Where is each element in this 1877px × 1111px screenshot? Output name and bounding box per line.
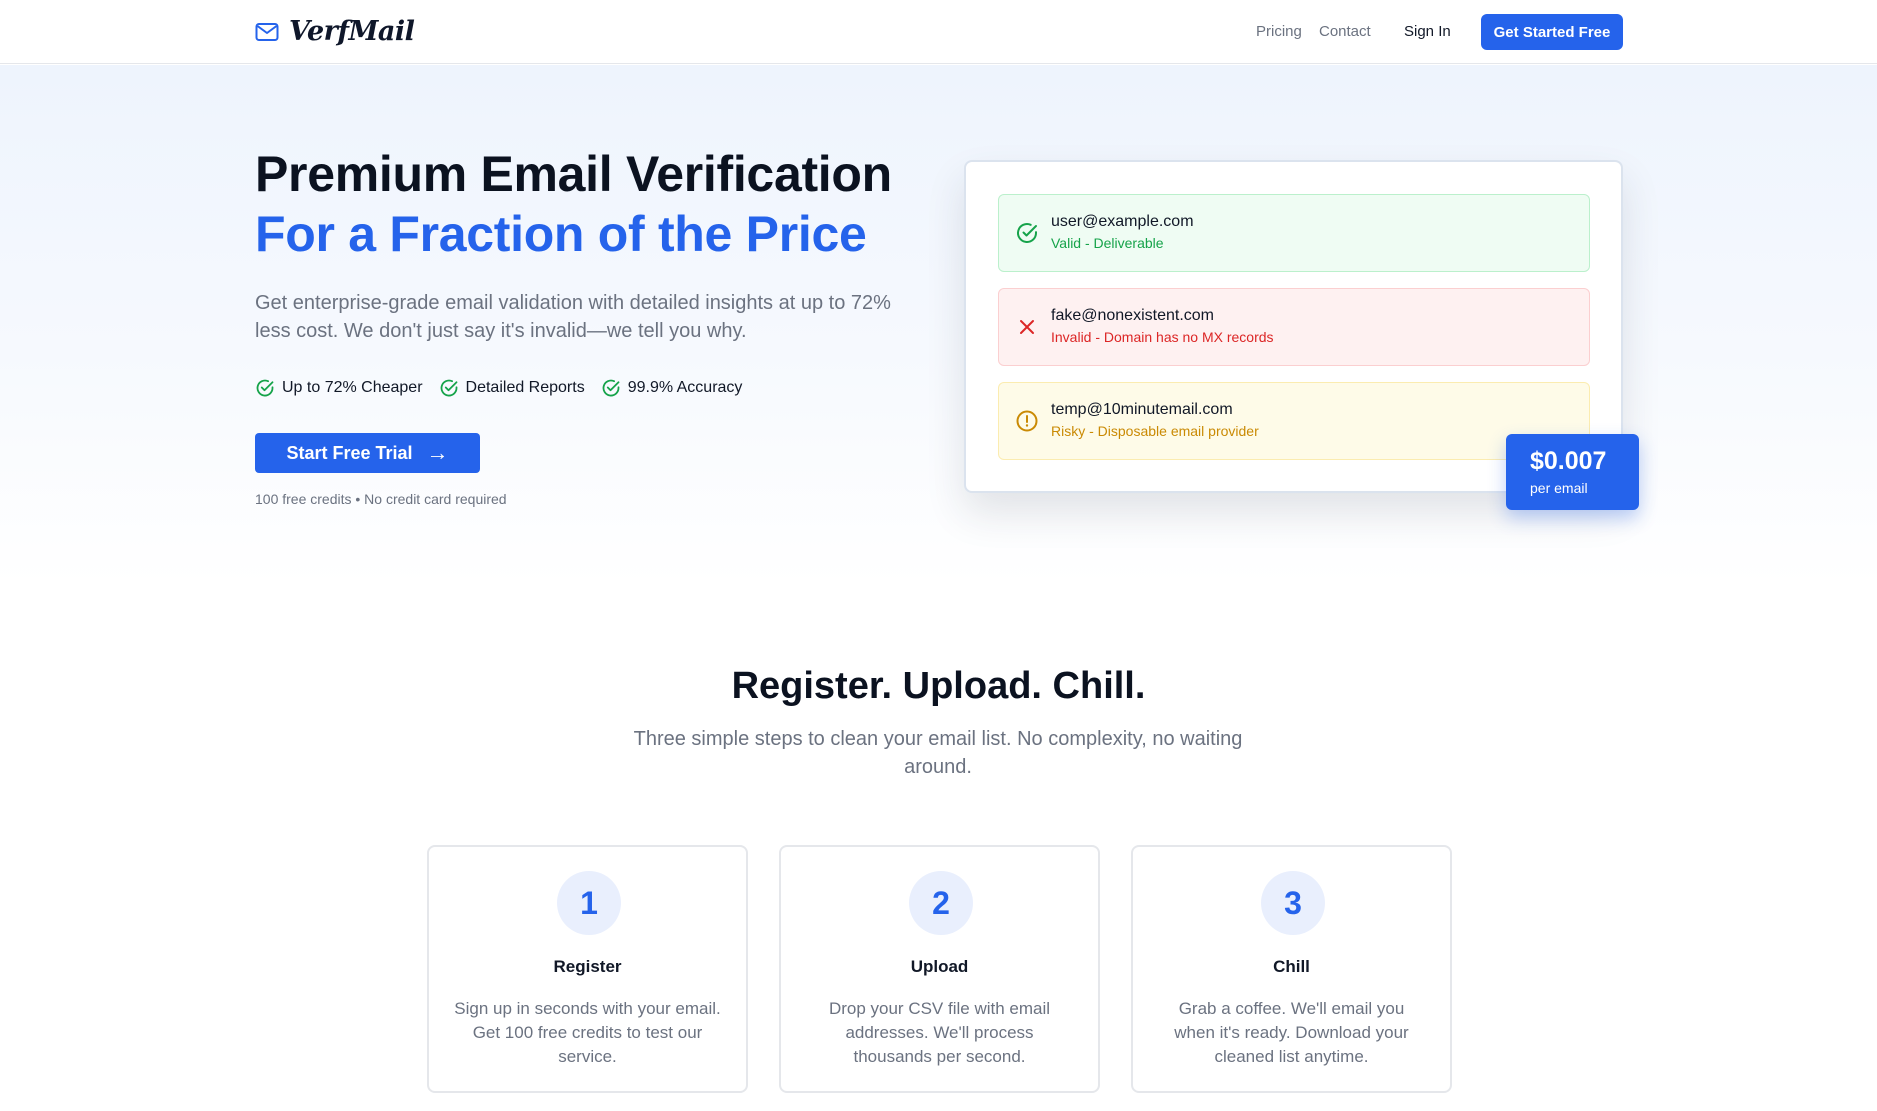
result-invalid: fake@nonexistent.com Invalid - Domain ha…	[998, 288, 1590, 366]
step-card-register: 1 Register Sign up in seconds with your …	[427, 845, 748, 1093]
step-card-upload: 2 Upload Drop your CSV file with email a…	[779, 845, 1100, 1093]
result-email: temp@10minutemail.com	[1051, 401, 1233, 418]
step-title: Register	[553, 957, 622, 976]
check-circle-icon	[601, 378, 621, 398]
result-text: user@example.com Valid - Deliverable	[1051, 213, 1194, 251]
start-free-trial-button[interactable]: Start Free Trial →	[255, 433, 480, 473]
step-number: 1	[557, 871, 621, 935]
brand-logo[interactable]: VerfMail	[255, 16, 415, 47]
hero-title: Premium Email Verification	[255, 146, 892, 202]
top-navbar: VerfMail Pricing Contact Sign In Get Sta…	[0, 0, 1877, 64]
step-title: Upload	[910, 957, 969, 976]
price-value: $0.007	[1530, 447, 1607, 475]
check-circle-icon	[255, 378, 275, 398]
step-description: Grab a coffee. We'll email you when it's…	[1174, 999, 1409, 1066]
result-email: user@example.com	[1051, 213, 1194, 230]
hero-subtitle: Get enterprise-grade email validation wi…	[255, 292, 891, 342]
feature-item: 99.9% Accuracy	[601, 378, 743, 398]
hero-title-highlight: For a Fraction of the Price	[255, 206, 867, 262]
step-number: 2	[909, 871, 973, 935]
step-description: Drop your CSV file with email addresses.…	[828, 999, 1051, 1066]
nav-link-contact[interactable]: Contact	[1319, 23, 1371, 40]
feature-item: Up to 72% Cheaper	[255, 378, 423, 398]
feature-item: Detailed Reports	[439, 378, 585, 398]
result-text: temp@10minutemail.com Risky - Disposable…	[1051, 401, 1259, 439]
price-unit: per email	[1530, 480, 1588, 496]
steps-title: Register. Upload. Chill.	[731, 665, 1146, 707]
arrow-right-icon: →	[426, 440, 449, 465]
feature-label: 99.9% Accuracy	[627, 379, 743, 396]
result-text: fake@nonexistent.com Invalid - Domain ha…	[1051, 307, 1274, 345]
feature-list: Up to 72% Cheaper Detailed Reports 99.9%…	[255, 378, 742, 398]
result-status: Invalid - Domain has no MX records	[1051, 329, 1274, 345]
step-description: Sign up in seconds with your email. Get …	[454, 999, 721, 1066]
feature-label: Up to 72% Cheaper	[282, 379, 423, 396]
result-status: Valid - Deliverable	[1051, 235, 1164, 251]
alert-circle-icon	[1015, 409, 1039, 433]
check-circle-icon	[1015, 221, 1039, 245]
nav-link-pricing[interactable]: Pricing	[1256, 23, 1302, 40]
result-valid: user@example.com Valid - Deliverable	[998, 194, 1590, 272]
get-started-button[interactable]: Get Started Free	[1481, 14, 1623, 50]
start-free-trial-label: Start Free Trial	[286, 442, 413, 463]
result-risky: temp@10minutemail.com Risky - Disposable…	[998, 382, 1590, 460]
step-title: Chill	[1273, 957, 1310, 976]
price-badge: $0.007 per email	[1506, 434, 1639, 510]
brand-name: VerfMail	[289, 16, 415, 47]
mail-icon	[255, 22, 279, 42]
result-email: fake@nonexistent.com	[1051, 307, 1214, 324]
sign-in-link[interactable]: Sign In	[1404, 23, 1451, 40]
hero-note: 100 free credits • No credit card requir…	[255, 491, 507, 507]
step-number: 3	[1261, 871, 1325, 935]
check-circle-icon	[439, 378, 459, 398]
result-status: Risky - Disposable email provider	[1051, 423, 1259, 439]
feature-label: Detailed Reports	[465, 379, 585, 396]
x-icon	[1015, 315, 1039, 339]
step-card-chill: 3 Chill Grab a coffee. We'll email you w…	[1131, 845, 1452, 1093]
steps-subtitle: Three simple steps to clean your email l…	[633, 728, 1243, 778]
